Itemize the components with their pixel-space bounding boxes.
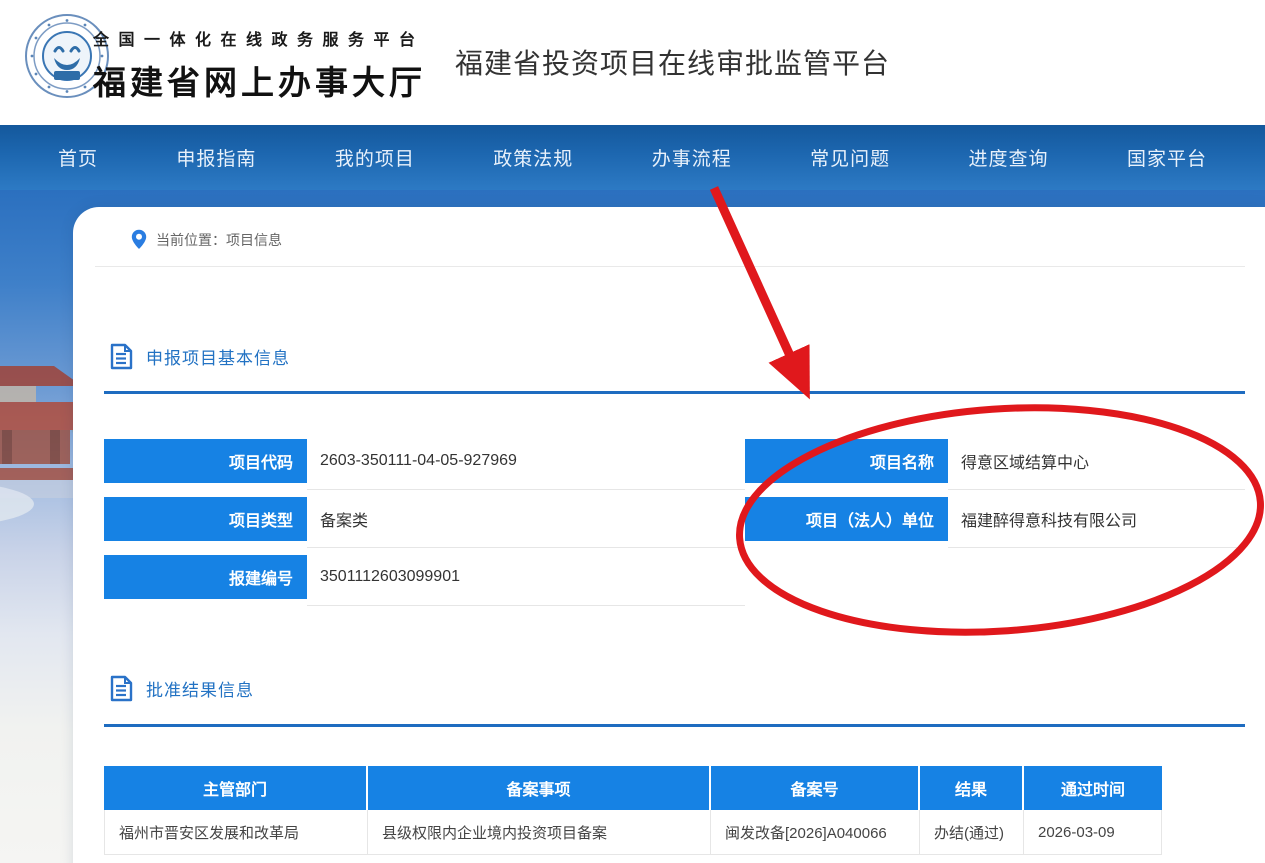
field-value-project-name: 得意区域结算中心 bbox=[948, 432, 1245, 490]
location-pin-icon bbox=[131, 229, 147, 250]
col-header-result: 结果 bbox=[920, 766, 1024, 810]
section-approval-header: 批准结果信息 bbox=[110, 675, 254, 702]
cell-department: 福州市晋安区发展和改革局 bbox=[104, 810, 368, 855]
field-value-construction-no: 3501112603099901 bbox=[307, 548, 745, 606]
logo-line-national: 全国一体化在线政务服务平台 bbox=[93, 26, 426, 50]
col-header-record-item: 备案事项 bbox=[368, 766, 711, 810]
field-value-legal-unit: 福建醉得意科技有限公司 bbox=[948, 490, 1245, 548]
table-row: 福州市晋安区发展和改革局 县级权限内企业境内投资项目备案 闽发改备[2026]A… bbox=[104, 810, 1162, 855]
cell-pass-date: 2026-03-09 bbox=[1024, 810, 1162, 855]
nav-item-my-projects[interactable]: 我的项目 bbox=[335, 144, 415, 171]
field-value-project-code: 2603-350111-04-05-927969 bbox=[307, 432, 745, 490]
field-label-project-name: 项目名称 bbox=[745, 439, 948, 483]
page-root: 全国一体化在线政务服务平台 福建省网上办事大厅 福建省投资项目在线审批监管平台 … bbox=[0, 0, 1265, 863]
section-basic-header: 申报项目基本信息 bbox=[110, 343, 290, 370]
section-approval-title: 批准结果信息 bbox=[146, 676, 254, 701]
field-label-project-code: 项目代码 bbox=[104, 439, 307, 483]
nav-item-progress-query[interactable]: 进度查询 bbox=[969, 144, 1049, 171]
logo-text-block: 全国一体化在线政务服务平台 福建省网上办事大厅 bbox=[93, 26, 426, 104]
logo-line-fujian-hall: 福建省网上办事大厅 bbox=[93, 56, 426, 104]
nav-item-national-platform[interactable]: 国家平台 bbox=[1127, 144, 1207, 171]
breadcrumb: 当前位置：项目信息 bbox=[131, 229, 282, 250]
section-approval-underline bbox=[104, 724, 1245, 727]
nav-item-policies[interactable]: 政策法规 bbox=[493, 144, 573, 171]
page-header: 全国一体化在线政务服务平台 福建省网上办事大厅 福建省投资项目在线审批监管平台 bbox=[0, 0, 1265, 125]
field-value-project-type: 备案类 bbox=[307, 490, 745, 548]
content-card: 当前位置：项目信息 申报项目基本信息 项目代码 2603-350111-04-0… bbox=[73, 207, 1265, 863]
table-header-row: 主管部门 备案事项 备案号 结果 通过时间 bbox=[104, 766, 1162, 810]
breadcrumb-divider bbox=[95, 266, 1245, 267]
nav-item-declare-guide[interactable]: 申报指南 bbox=[176, 144, 256, 171]
document-icon bbox=[110, 343, 133, 370]
nav-item-faq[interactable]: 常见问题 bbox=[810, 144, 890, 171]
nav-item-process[interactable]: 办事流程 bbox=[652, 144, 732, 171]
col-header-pass-date: 通过时间 bbox=[1024, 766, 1162, 810]
approval-result-table: 主管部门 备案事项 备案号 结果 通过时间 福州市晋安区发展和改革局 县级权限内… bbox=[104, 766, 1162, 855]
empty-cell bbox=[948, 548, 1245, 606]
section-basic-title: 申报项目基本信息 bbox=[146, 344, 290, 369]
page-title: 福建省投资项目在线审批监管平台 bbox=[455, 42, 890, 82]
field-label-construction-no: 报建编号 bbox=[104, 555, 307, 599]
section-basic-underline bbox=[104, 391, 1245, 394]
field-label-legal-unit: 项目（法人）单位 bbox=[745, 497, 948, 541]
empty-cell bbox=[745, 548, 948, 606]
document-icon bbox=[110, 675, 133, 702]
col-header-department: 主管部门 bbox=[104, 766, 368, 810]
cell-result: 办结(通过) bbox=[920, 810, 1024, 855]
main-nav: 首页 申报指南 我的项目 政策法规 办事流程 常见问题 进度查询 国家平台 bbox=[0, 125, 1265, 190]
cell-record-item: 县级权限内企业境内投资项目备案 bbox=[368, 810, 711, 855]
field-label-project-type: 项目类型 bbox=[104, 497, 307, 541]
breadcrumb-label: 当前位置：项目信息 bbox=[156, 230, 282, 250]
cell-record-no: 闽发改备[2026]A040066 bbox=[711, 810, 920, 855]
col-header-record-no: 备案号 bbox=[711, 766, 920, 810]
basic-info-table: 项目代码 2603-350111-04-05-927969 项目名称 得意区域结… bbox=[104, 432, 1245, 606]
nav-item-home[interactable]: 首页 bbox=[58, 144, 98, 171]
